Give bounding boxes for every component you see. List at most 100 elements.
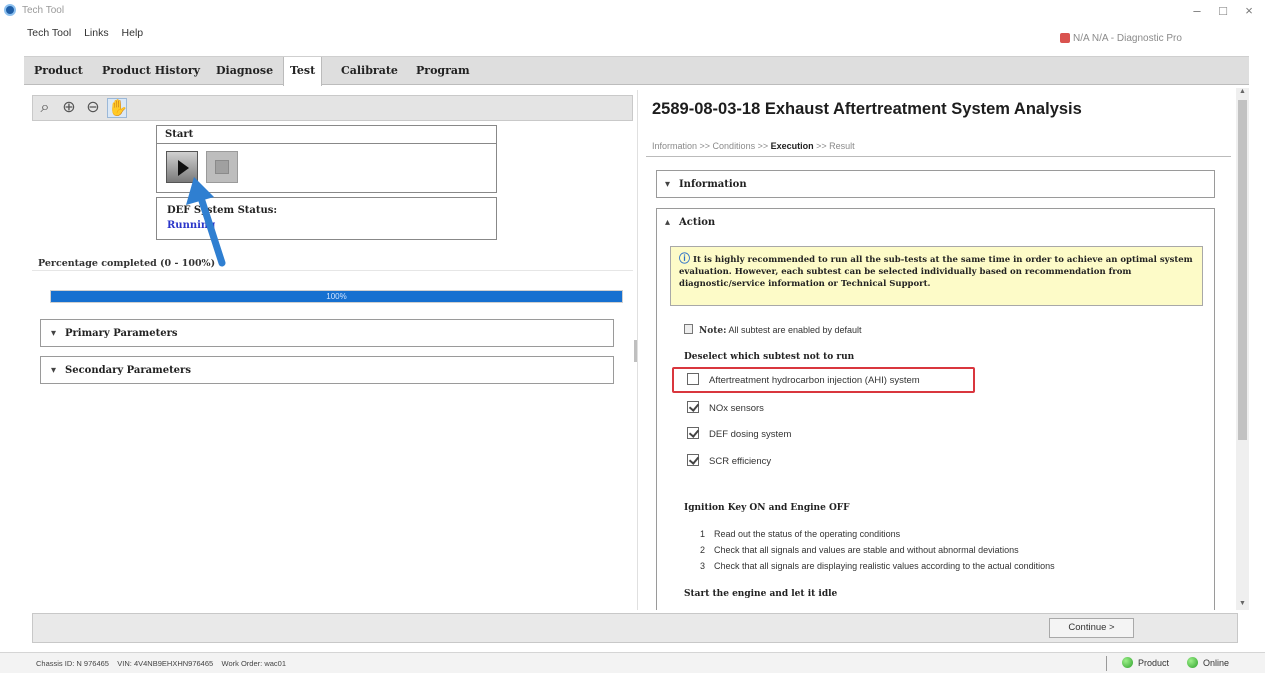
scroll-up-icon[interactable]: ▲ (1236, 88, 1249, 98)
test-title: 2589-08-03-18 Exhaust Aftertreatment Sys… (652, 100, 1082, 118)
action-bar: Continue > (32, 613, 1238, 643)
ignition-label: Ignition Key ON and Engine OFF (684, 503, 850, 513)
divider (1106, 656, 1107, 671)
ahi-checkbox[interactable] (687, 373, 699, 385)
vehicle-info: Chassis ID: N 976465 VIN: 4V4NB9EHXHN976… (36, 659, 286, 668)
secondary-parameters-section[interactable]: ▾ Secondary Parameters (40, 356, 614, 384)
pan-hand-icon[interactable]: ✋ (107, 98, 128, 118)
step-text: Check that all signals are displaying re… (714, 561, 1055, 571)
vin: VIN: 4V4NB9EHXHN976465 (117, 659, 214, 668)
product-indicator: Product (1122, 657, 1169, 668)
scroll-down-icon[interactable]: ▼ (1236, 600, 1249, 610)
status-bar: Chassis ID: N 976465 VIN: 4V4NB9EHXHN976… (0, 652, 1265, 673)
minimize-icon[interactable]: – (1184, 2, 1210, 20)
zoom-fit-icon[interactable]: ⌕ (35, 98, 55, 118)
percentage-label: Percentage completed (0 - 100%) (38, 258, 216, 269)
nox-checkbox[interactable] (687, 401, 699, 413)
continue-button[interactable]: Continue > (1049, 618, 1134, 638)
menu-bar: Tech Tool Links Help (22, 24, 148, 44)
note-text: All subtest are enabled by default (726, 325, 862, 335)
step-2: 2 Check that all signals and values are s… (700, 545, 1019, 555)
action-section-label: Action (679, 217, 716, 228)
subtest-def-dosing[interactable]: DEF dosing system (687, 427, 791, 445)
tab-program[interactable]: Program (410, 57, 476, 85)
play-icon (178, 160, 189, 176)
step-3: 3 Check that all signals are displaying r… (700, 561, 1055, 571)
subtest-ahi[interactable]: Aftertreatment hydrocarbon injection (AH… (687, 373, 920, 391)
online-indicator-label: Online (1203, 658, 1230, 668)
def-dosing-checkbox[interactable] (687, 427, 699, 439)
nox-label: NOx sensors (709, 403, 764, 414)
action-section: ▴ Action ⓘ It is highly recommended to run… (656, 208, 1215, 610)
subtest-nox[interactable]: NOx sensors (687, 401, 764, 419)
breadcrumb-sep: >> (697, 141, 713, 151)
divider (32, 270, 633, 271)
deselect-label: Deselect which subtest not to run (684, 352, 855, 362)
maximize-icon[interactable]: □ (1210, 2, 1236, 20)
step-text: Read out the status of the operating con… (714, 529, 901, 539)
user-badge: N/A N/A - Diagnostic Pro (1073, 33, 1182, 44)
note-icon (684, 324, 693, 334)
stop-icon (215, 160, 229, 174)
def-dosing-label: DEF dosing system (709, 429, 792, 440)
tab-test[interactable]: Test (283, 57, 323, 86)
status-ok-icon (1187, 657, 1198, 668)
user-status-icon[interactable] (1060, 33, 1070, 43)
title-bar (0, 0, 1265, 22)
step-1: 1 Read out the status of the operating co… (700, 529, 900, 539)
breadcrumb-sep: >> (813, 141, 830, 151)
chassis-id: Chassis ID: N 976465 (36, 659, 109, 668)
breadcrumb-sep: >> (755, 141, 771, 151)
scr-checkbox[interactable] (687, 454, 699, 466)
ahi-label: Aftertreatment hydrocarbon injection (AH… (709, 375, 920, 386)
chevron-down-icon: ▾ (51, 365, 57, 376)
breadcrumb-result: Result (829, 141, 855, 151)
start-panel-title: Start (157, 126, 496, 144)
step-num: 3 (700, 561, 706, 571)
action-section-header[interactable]: ▴ Action (657, 209, 1214, 237)
right-scrollbar[interactable]: ▲ ▼ (1236, 88, 1249, 610)
divider (646, 156, 1231, 157)
chevron-down-icon: ▾ (51, 328, 57, 339)
breadcrumb: Information >> Conditions >> Execution >… (652, 141, 855, 151)
scr-label: SCR efficiency (709, 456, 772, 467)
primary-parameters-section[interactable]: ▾ Primary Parameters (40, 319, 614, 347)
menu-help[interactable]: Help (117, 24, 149, 42)
step-text: Check that all signals and values are st… (714, 545, 1019, 555)
information-section[interactable]: ▾ Information (656, 170, 1215, 198)
breadcrumb-information: Information (652, 141, 698, 151)
menu-tech-tool[interactable]: Tech Tool (22, 24, 76, 42)
splitter-grip[interactable] (634, 340, 637, 362)
close-icon[interactable]: × (1236, 2, 1262, 20)
tab-calibrate[interactable]: Calibrate (335, 57, 404, 85)
tab-product-history[interactable]: Product History (96, 57, 206, 85)
status-ok-icon (1122, 657, 1133, 668)
info-icon: ⓘ (679, 252, 690, 265)
start-engine-label: Start the engine and let it idle (684, 589, 838, 599)
menu-links[interactable]: Links (79, 24, 114, 42)
subtest-scr[interactable]: SCR efficiency (687, 454, 771, 472)
recommendation-text: It is highly recommended to run all the … (679, 255, 1193, 289)
work-order: Work Order: wac01 (221, 659, 286, 668)
main-tabs: Product Product History Diagnose Test Ca… (24, 56, 1249, 86)
default-note: Note: All subtest are enabled by default (684, 324, 862, 336)
window-title: Tech Tool (22, 5, 65, 16)
primary-parameters-label: Primary Parameters (65, 328, 178, 339)
secondary-parameters-label: Secondary Parameters (65, 365, 191, 376)
progress-bar: 100% (50, 290, 623, 303)
chevron-down-icon: ▾ (665, 179, 671, 190)
breadcrumb-conditions: Conditions (712, 141, 756, 151)
note-bold: Note: (699, 326, 727, 336)
online-indicator: Online (1187, 657, 1229, 668)
scroll-thumb[interactable] (1238, 100, 1247, 440)
progress-text: 100% (326, 292, 347, 301)
recommendation-note: ⓘ It is highly recommended to run all the… (670, 246, 1203, 306)
tab-product[interactable]: Product (28, 57, 89, 85)
zoom-toolbar: ⌕ ⊕ ⊖ ✋ (32, 95, 633, 121)
product-indicator-label: Product (1138, 658, 1170, 668)
zoom-in-icon[interactable]: ⊕ (59, 98, 79, 118)
pane-splitter[interactable] (637, 90, 638, 610)
tab-diagnose[interactable]: Diagnose (210, 57, 279, 85)
zoom-out-icon[interactable]: ⊖ (83, 98, 103, 118)
information-section-label: Information (679, 179, 747, 190)
